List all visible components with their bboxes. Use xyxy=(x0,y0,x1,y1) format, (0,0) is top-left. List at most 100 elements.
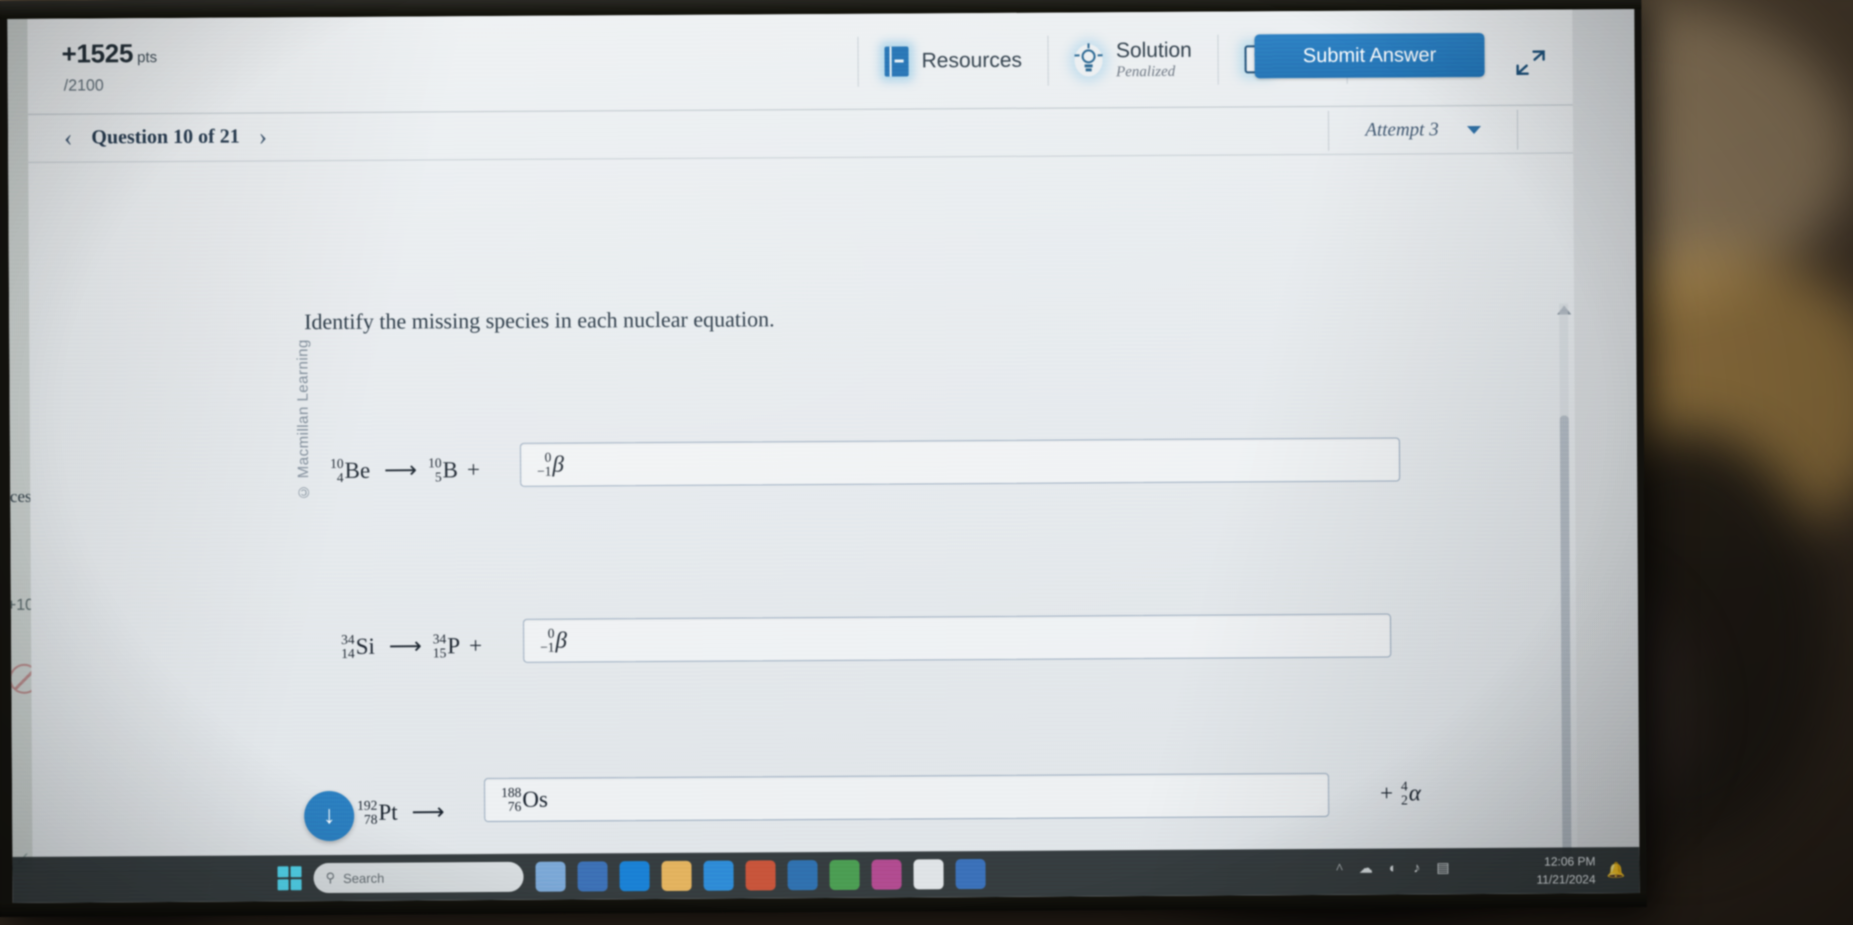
particle-symbol: β xyxy=(555,627,568,653)
nuclide-reactant: 10 4 Be xyxy=(330,456,371,485)
answer-input-2[interactable]: 0 −1 β xyxy=(522,613,1392,663)
equation-2: 34 14 Si ⟶ 34 15 P + xyxy=(341,631,490,661)
taskbar-app-icon[interactable] xyxy=(661,860,692,891)
taskbar-search-box[interactable]: ⚲ Search xyxy=(313,861,524,894)
solution-text-stack: Solution Penalized xyxy=(1115,38,1192,80)
cloud-icon[interactable]: ☁ xyxy=(1359,861,1373,878)
nuclide-numbers: 192 78 xyxy=(357,797,378,827)
taskbar-app-icon[interactable] xyxy=(829,859,860,890)
chevron-down-icon xyxy=(1466,125,1481,135)
atomic-number: 2 xyxy=(1401,792,1408,808)
search-icon: ⚲ xyxy=(325,869,336,886)
homework-app-panel: +1525 pts /2100 Resources Solution Penal… xyxy=(27,9,1578,871)
question-prompt: Identify the missing species in each nuc… xyxy=(304,306,775,335)
question-counter: Question 10 of 21 xyxy=(91,125,240,149)
attempt-label: Attempt 3 xyxy=(1365,119,1439,141)
nuclide-numbers: 188 76 xyxy=(501,785,522,814)
points-row: +1525 pts xyxy=(61,38,157,70)
nuclide-alpha: 4 2 α xyxy=(1400,778,1421,808)
nuclide-numbers: 10 5 xyxy=(428,455,442,484)
mass-number: 4 xyxy=(1400,778,1408,794)
resources-label: Resources xyxy=(921,48,1023,73)
taskbar-app-icon[interactable] xyxy=(913,859,944,890)
nuclide-numbers: 34 15 xyxy=(432,631,447,661)
element-symbol: Os xyxy=(522,786,548,812)
taskbar-app-icon[interactable] xyxy=(787,860,818,891)
plus-sign: + xyxy=(466,456,481,482)
answer-input-3[interactable]: 188 76 Os xyxy=(483,772,1330,823)
nuclide-numbers: 4 2 xyxy=(1400,778,1408,808)
mass-number: 0 xyxy=(544,449,552,465)
points-earned: +1525 xyxy=(61,38,134,69)
clock-date: 11/21/2024 xyxy=(1536,872,1596,887)
previous-question-chevron[interactable]: ‹ xyxy=(64,124,72,152)
book-icon xyxy=(884,46,909,77)
system-tray: ^ ☁ ◐ ♪ ▤ xyxy=(1336,860,1449,878)
atomic-number: −1 xyxy=(537,463,552,479)
reaction-arrow: ⟶ xyxy=(388,633,420,659)
taskbar-app-icon[interactable] xyxy=(619,861,650,892)
mass-number: 0 xyxy=(547,625,555,641)
submit-answer-button[interactable]: Submit Answer xyxy=(1254,32,1485,79)
plus-sign: + xyxy=(1379,780,1394,806)
equation-1: 10 4 Be ⟶ 10 5 B + xyxy=(330,455,488,485)
taskbar-app-icon[interactable] xyxy=(535,861,566,892)
element-symbol: Be xyxy=(344,457,371,483)
element-symbol: Pt xyxy=(378,799,398,825)
element-symbol: P xyxy=(447,632,461,659)
wifi-icon[interactable]: ◐ xyxy=(1389,861,1398,877)
attempt-selector[interactable]: Attempt 3 xyxy=(1327,109,1519,151)
taskbar-app-icon[interactable] xyxy=(955,859,986,890)
scrollbar-thumb[interactable] xyxy=(1559,415,1572,871)
taskbar-center-group: ⚲ Search xyxy=(277,859,986,894)
search-placeholder: Search xyxy=(343,870,385,886)
photographed-monitor-scene: rces. +100 +0 +93 possible ✓ +100 +1525p… xyxy=(0,0,1853,925)
nuclide-product: 34 15 P xyxy=(432,631,461,661)
reaction-arrow: ⟶ xyxy=(411,799,443,825)
solution-penalized-label: Penalized xyxy=(1116,63,1176,80)
question-nav-left: ‹ Question 10 of 21 › xyxy=(64,123,267,152)
mass-number: 10 xyxy=(428,455,442,471)
points-display: +1525 pts /2100 xyxy=(61,38,157,96)
taskbar-app-icon[interactable] xyxy=(703,860,734,891)
scroll-down-button[interactable]: ↓ xyxy=(304,790,355,842)
answer-nuclide: 188 76 Os xyxy=(501,785,548,814)
nuclide-numbers: 10 4 xyxy=(330,456,344,485)
atomic-number: 78 xyxy=(363,811,378,827)
next-question-chevron[interactable]: › xyxy=(259,123,267,151)
solution-button[interactable]: Solution Penalized xyxy=(1049,29,1218,92)
solution-label: Solution xyxy=(1115,38,1192,63)
taskbar-app-icon[interactable] xyxy=(871,859,902,890)
atomic-number: 14 xyxy=(341,645,355,661)
atomic-number: 76 xyxy=(507,798,522,814)
points-unit: pts xyxy=(137,49,158,67)
nuclide-reactant: 192 78 Pt xyxy=(357,797,398,827)
equation-3-tail: + 4 2 α xyxy=(1372,778,1422,808)
nuclide-product: 10 5 B xyxy=(428,455,458,484)
windows-start-icon[interactable] xyxy=(277,866,302,891)
screen-content: rces. +100 +0 +93 possible ✓ +100 +1525p… xyxy=(7,9,1640,903)
plus-sign: + xyxy=(469,632,483,658)
nuclide-numbers: 34 14 xyxy=(341,631,355,661)
resources-button[interactable]: Resources xyxy=(858,30,1048,93)
mass-number: 34 xyxy=(432,631,447,647)
top-toolbar: +1525 pts /2100 Resources Solution Penal… xyxy=(27,9,1573,115)
nuclide-numbers: 0 −1 xyxy=(540,625,555,655)
taskbar-app-icon[interactable] xyxy=(745,860,776,891)
answer-input-1[interactable]: 0 −1 β xyxy=(519,437,1401,487)
mass-number: 34 xyxy=(341,631,355,647)
equation-3: 192 78 Pt ⟶ xyxy=(357,797,456,827)
mass-number: 192 xyxy=(357,797,378,813)
copyright-watermark: © Macmillan Learning xyxy=(294,339,313,501)
fullscreen-expand-icon[interactable] xyxy=(1514,48,1548,78)
battery-icon[interactable]: ▤ xyxy=(1436,860,1449,877)
chevron-up-icon[interactable]: ^ xyxy=(1336,861,1343,877)
taskbar-app-icon[interactable] xyxy=(577,861,608,892)
taskbar-clock[interactable]: 12:06 PM 11/21/2024 xyxy=(1536,852,1595,888)
atomic-number: 15 xyxy=(432,645,447,661)
particle-symbol: α xyxy=(1408,780,1421,806)
bell-icon[interactable]: 🔔 xyxy=(1607,861,1626,880)
atomic-number: 4 xyxy=(336,469,344,485)
volume-icon[interactable]: ♪ xyxy=(1413,861,1420,877)
nuclide-reactant: 34 14 Si xyxy=(341,631,375,661)
